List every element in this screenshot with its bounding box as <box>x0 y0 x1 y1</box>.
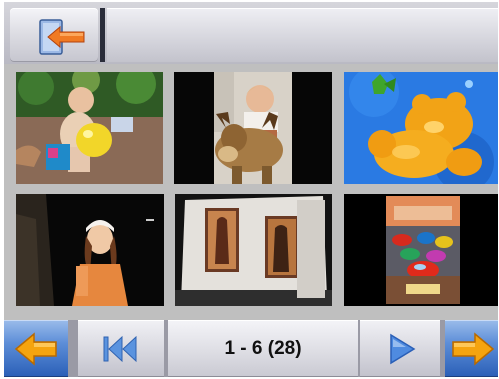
next-button[interactable] <box>445 320 498 377</box>
page-range-label: 1 - 6 (28) <box>224 337 302 359</box>
play-icon <box>388 333 416 365</box>
thumbnail-grid <box>4 64 498 320</box>
bottom-nav-bar: 1 - 6 (28) <box>4 320 498 377</box>
back-button[interactable] <box>10 8 98 62</box>
first-page-button[interactable] <box>78 320 164 377</box>
title-bar-area <box>107 8 498 62</box>
photo-orange-gummy-bear[interactable] <box>344 72 498 184</box>
previous-button[interactable] <box>4 320 68 377</box>
top-bar <box>4 2 498 64</box>
page-range-counter: 1 - 6 (28) <box>168 320 358 377</box>
play-button[interactable] <box>360 320 440 377</box>
photo-girl-in-orange-shirt[interactable] <box>16 194 164 306</box>
previous-arrow-icon <box>14 332 58 366</box>
photo-toddler-on-toy-moose[interactable] <box>174 72 332 184</box>
skip-to-first-icon <box>102 334 140 364</box>
back-arrow-icon <box>38 18 94 56</box>
app-frame: 1 - 6 (28) <box>4 2 498 377</box>
photo-room-with-two-paintings[interactable] <box>175 194 332 306</box>
photo-toddler-with-yellow-balloon[interactable] <box>16 72 163 184</box>
title-divider <box>100 8 105 62</box>
next-arrow-icon <box>451 332 495 366</box>
photo-cars-movie-poster[interactable] <box>344 194 498 306</box>
